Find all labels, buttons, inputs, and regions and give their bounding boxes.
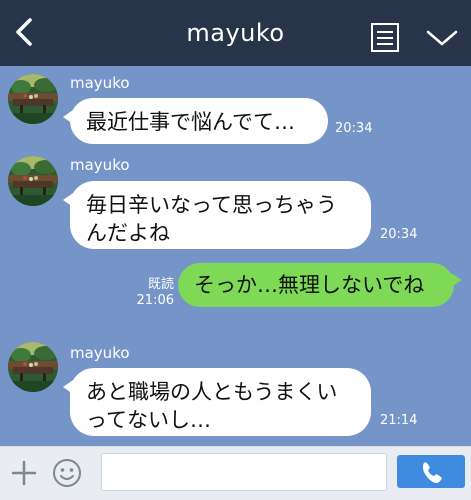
message-sender: mayuko [70,344,130,362]
read-status: 既読 [147,277,174,292]
message-sender: mayuko [70,74,130,92]
message-input[interactable] [101,453,387,491]
incoming-message-bubble[interactable]: 最近仕事で悩んでて… [63,98,328,144]
incoming-message-bubble[interactable]: 毎日辛いなって思っちゃう んだよね [63,181,371,249]
add-button[interactable] [7,456,41,490]
message-text: 最近仕事で悩んでて… [86,110,295,134]
message-time: 21:06 [136,293,174,308]
chevron-down-icon [426,30,458,46]
avatar[interactable] [8,342,58,392]
chat-area[interactable]: mayuko 最近仕事で悩んでて… 20:34 mayuko 毎日辛いなって思っ… [0,66,471,446]
message-composer [0,446,471,500]
phone-icon [423,462,442,483]
message-text-line: んだよね [86,221,170,245]
message-time: 20:34 [380,227,418,242]
incoming-message-bubble[interactable]: あと職場の人ともうまくい ってないし… [63,368,371,436]
menu-button[interactable] [369,21,401,54]
message-text-line: あと職場の人ともうまくい [86,380,338,404]
emoji-button[interactable] [50,456,84,490]
message-time: 21:14 [380,413,418,428]
avatar[interactable] [8,74,58,124]
chevron-down-button[interactable] [424,20,460,56]
plus-icon [11,460,37,486]
outgoing-message-bubble[interactable]: そっか…無理しないでね [178,263,462,307]
emoji-icon [53,459,81,487]
call-button[interactable] [397,455,465,488]
menu-icon [371,23,399,52]
avatar[interactable] [8,156,58,206]
message-sender: mayuko [70,156,130,174]
avatar-image [8,156,58,206]
message-text: そっか…無理しないでね [194,273,425,297]
message-text-line: ってないし… [86,408,211,432]
read-meta: 既読 21:06 [126,277,174,309]
avatar-image [8,342,58,392]
chat-header: mayuko [0,0,471,66]
message-time: 20:34 [335,121,373,136]
avatar-image [8,74,58,124]
message-text-line: 毎日辛いなって思っちゃう [86,193,337,217]
